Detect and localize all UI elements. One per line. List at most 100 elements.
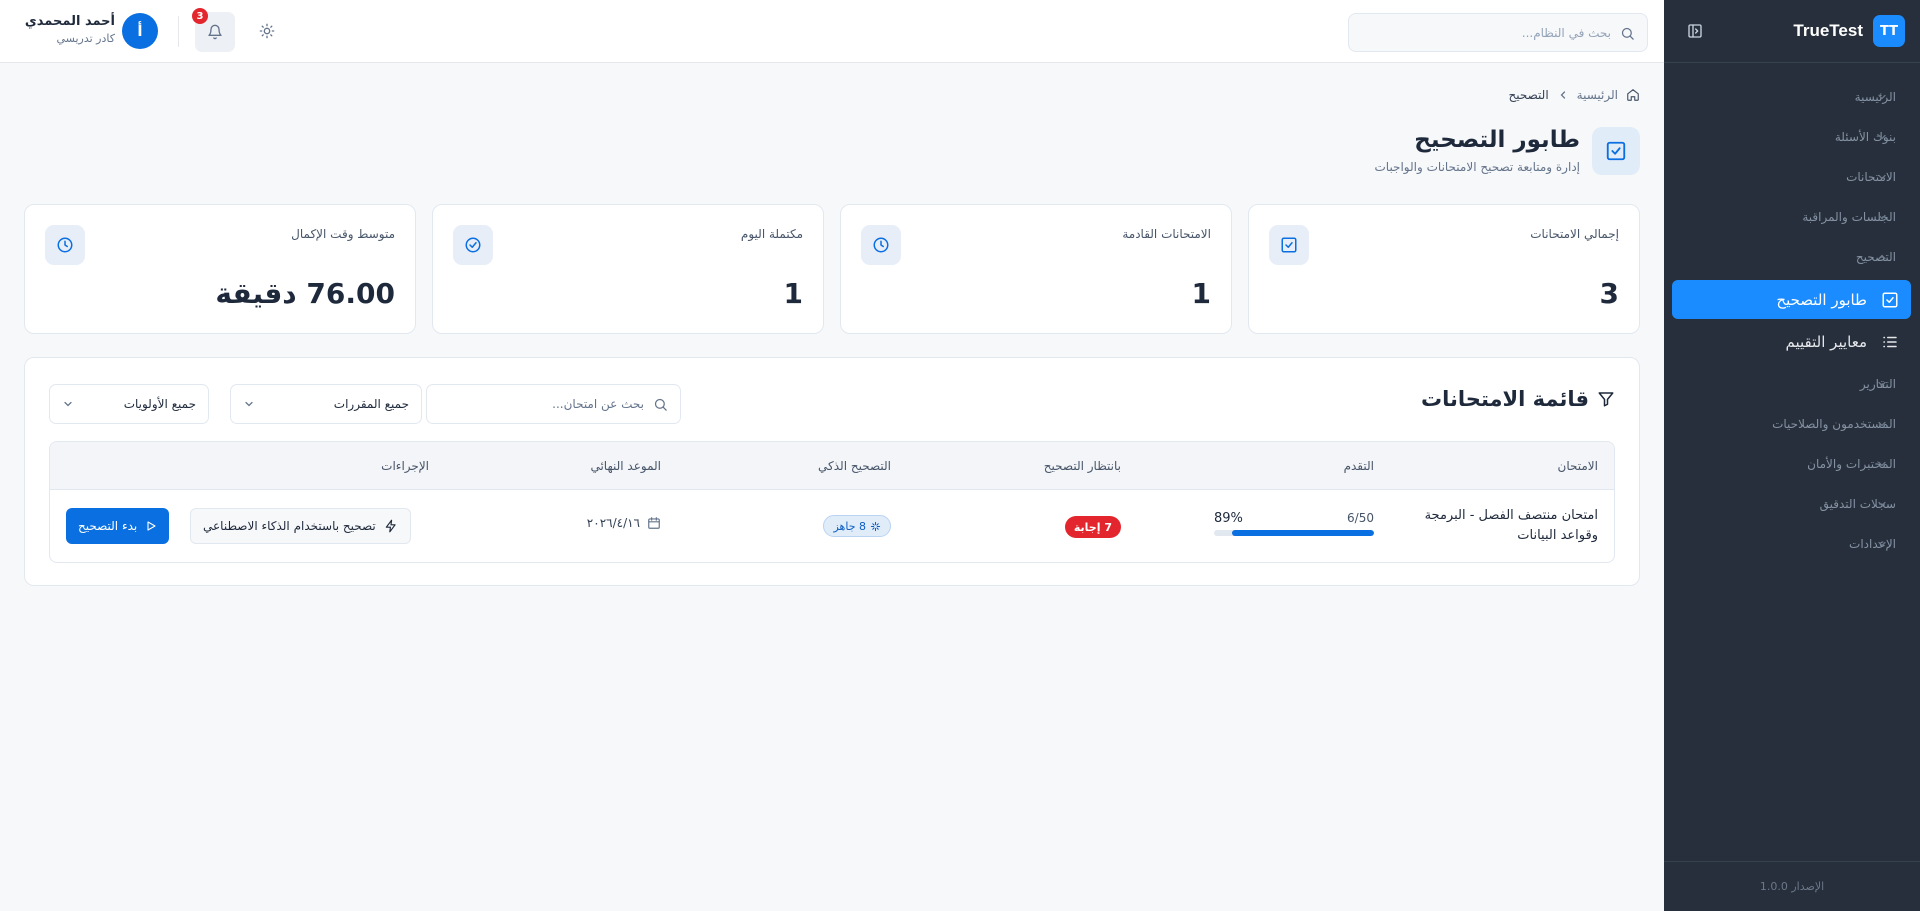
play-icon bbox=[145, 520, 157, 532]
sidebar-item-label: الإعدادات bbox=[1849, 537, 1896, 551]
exams-list-title: قائمة الامتحانات bbox=[1421, 387, 1589, 411]
sidebar: TT TrueTest الرئيسية بنوك الأسئلة الامتح… bbox=[1664, 0, 1920, 911]
chevron-left-icon bbox=[1557, 89, 1569, 101]
page-subtitle: إدارة ومتابعة تصحيح الامتحانات والواجبات bbox=[1374, 160, 1580, 174]
sparkle-icon bbox=[870, 521, 881, 532]
sidebar-header: TT TrueTest bbox=[1664, 0, 1920, 63]
breadcrumb-current: التصحيح bbox=[1508, 88, 1549, 102]
sidebar-toggle-icon bbox=[1688, 24, 1702, 38]
chevron-down-icon bbox=[243, 398, 255, 410]
chevron-down-icon bbox=[1876, 418, 1888, 430]
exam-progress: 6/50 89% bbox=[1214, 511, 1374, 536]
page-header: طابور التصحيح إدارة ومتابعة تصحيح الامتح… bbox=[1240, 127, 1640, 177]
column-header-actions: الإجراءات bbox=[381, 458, 429, 473]
progress-bar bbox=[1214, 530, 1374, 536]
pending-answers-badge: 7 إجابة bbox=[1064, 516, 1121, 538]
table-header: الامتحان التقدم بانتظار التصحيح التصحيح … bbox=[50, 442, 1614, 490]
breadcrumb: الرئيسية التصحيح bbox=[1509, 88, 1640, 102]
user-name: أحمد المحمدي bbox=[24, 14, 115, 29]
sidebar-item-audit-logs[interactable]: سجلات التدقيق bbox=[1664, 484, 1920, 524]
filter-icon bbox=[1597, 390, 1615, 408]
top-bar: 3 أ أحمد المحمدي كادر تدريسي bbox=[0, 0, 1664, 63]
deadline-date: ٢٠٢٦/٤/١٦ bbox=[586, 516, 640, 530]
check-square-icon bbox=[1269, 225, 1309, 265]
sidebar-item-home[interactable]: الرئيسية bbox=[1664, 77, 1920, 117]
start-grading-button[interactable]: بدء التصحيح bbox=[66, 508, 170, 544]
column-header-exam: الامتحان bbox=[1557, 458, 1598, 473]
app-version: الإصدار 1.0.0 bbox=[1664, 861, 1920, 911]
stat-value: 76.00 دقيقة bbox=[215, 277, 395, 310]
course-filter-value: جميع المقررات bbox=[333, 397, 409, 411]
column-header-ai-grading: التصحيح الذكي bbox=[818, 458, 891, 473]
user-info[interactable]: أحمد المحمدي كادر تدريسي bbox=[24, 14, 116, 45]
chevron-down-icon bbox=[1876, 498, 1888, 510]
stat-card-completed-today: مكتملة اليوم 1 bbox=[432, 204, 824, 334]
sidebar-item-question-banks[interactable]: بنوك الأسئلة bbox=[1664, 117, 1920, 157]
notifications-button[interactable]: 3 bbox=[192, 8, 235, 52]
stat-label: إجمالي الامتحانات bbox=[1530, 227, 1619, 241]
home-icon[interactable] bbox=[1626, 88, 1640, 102]
exam-search-input[interactable] bbox=[427, 385, 680, 423]
sidebar-collapse-button[interactable] bbox=[1684, 20, 1706, 42]
sidebar-subitem-grading-queue[interactable]: طابور التصحيح bbox=[1672, 280, 1911, 319]
ai-ready-badge: 8 جاهز bbox=[823, 515, 891, 537]
chevron-down-icon bbox=[1876, 211, 1888, 223]
sidebar-item-settings[interactable]: الإعدادات bbox=[1664, 524, 1920, 564]
ai-ready-label: 8 جاهز bbox=[833, 519, 866, 533]
ai-grade-button-label: تصحيح باستخدام الذكاء الاصطناعي bbox=[203, 519, 376, 533]
column-header-deadline: الموعد النهائي bbox=[590, 458, 661, 473]
priority-filter-value: جميع الأولويات bbox=[123, 397, 196, 411]
exam-search bbox=[426, 384, 681, 424]
global-search-input[interactable] bbox=[1349, 14, 1647, 51]
chevron-down-icon bbox=[1876, 378, 1888, 390]
stat-card-total-exams: إجمالي الامتحانات 3 bbox=[1248, 204, 1640, 334]
sidebar-item-exams[interactable]: الامتحانات bbox=[1664, 157, 1920, 197]
exams-list-card: قائمة الامتحانات جميع المقررات جميع الأو… bbox=[24, 357, 1640, 586]
priority-filter-select[interactable]: جميع الأولويات bbox=[49, 384, 209, 424]
stat-card-upcoming-exams: الامتحانات القادمة 1 bbox=[840, 204, 1232, 334]
breadcrumb-home-link[interactable]: الرئيسية bbox=[1577, 88, 1618, 102]
progress-bar-fill bbox=[1231, 530, 1374, 536]
exam-name[interactable]: امتحان منتصف الفصل - البرمجة وقواعد البي… bbox=[1408, 506, 1598, 546]
sidebar-subitem-grading-criteria[interactable]: معايير التقييم bbox=[1672, 322, 1911, 361]
zap-icon bbox=[384, 519, 398, 533]
list-icon bbox=[1881, 333, 1899, 351]
ai-grade-button[interactable]: تصحيح باستخدام الذكاء الاصطناعي bbox=[190, 508, 411, 544]
sidebar-nav: الرئيسية بنوك الأسئلة الامتحانات الجلسات… bbox=[1664, 63, 1920, 564]
sidebar-item-users[interactable]: المستخدمون والصلاحيات bbox=[1664, 404, 1920, 444]
check-square-icon bbox=[1881, 291, 1899, 309]
clock-icon bbox=[861, 225, 901, 265]
column-header-progress: التقدم bbox=[1343, 458, 1374, 473]
chevron-down-icon bbox=[1876, 458, 1888, 470]
stat-label: مكتملة اليوم bbox=[740, 227, 803, 241]
chevron-down-icon bbox=[1876, 171, 1888, 183]
theme-toggle-button[interactable] bbox=[256, 20, 278, 42]
bell-icon bbox=[208, 24, 222, 40]
stat-label: الامتحانات القادمة bbox=[1122, 227, 1211, 241]
sidebar-item-label: الامتحانات bbox=[1846, 170, 1896, 184]
start-grading-button-label: بدء التصحيح bbox=[78, 519, 138, 533]
chevron-up-icon bbox=[1876, 251, 1888, 263]
topbar-divider bbox=[178, 16, 179, 47]
stats-row: إجمالي الامتحانات 3 الامتحانات القادمة 1… bbox=[24, 204, 1640, 334]
sidebar-item-labs-security[interactable]: المختبرات والأمان bbox=[1664, 444, 1920, 484]
calendar-icon bbox=[647, 516, 661, 530]
chevron-down-icon bbox=[62, 398, 74, 410]
sidebar-item-sessions[interactable]: الجلسات والمراقبة bbox=[1664, 197, 1920, 237]
app-logo: TT bbox=[1873, 15, 1905, 47]
sidebar-subitem-label: معايير التقييم bbox=[1785, 332, 1867, 351]
check-square-icon bbox=[1592, 127, 1640, 175]
exam-deadline: ٢٠٢٦/٤/١٦ bbox=[587, 516, 661, 530]
clock-icon bbox=[45, 225, 85, 265]
stat-value: 1 bbox=[1191, 277, 1211, 310]
chevron-down-icon bbox=[1876, 538, 1888, 550]
sidebar-item-reports[interactable]: التقارير bbox=[1664, 364, 1920, 404]
user-role: كادر تدريسي bbox=[56, 32, 116, 45]
course-filter-select[interactable]: جميع المقررات bbox=[230, 384, 422, 424]
sidebar-item-grading[interactable]: التصحيح bbox=[1664, 237, 1920, 277]
table-row: امتحان منتصف الفصل - البرمجة وقواعد البي… bbox=[50, 490, 1614, 562]
chevron-down-icon bbox=[1876, 91, 1888, 103]
stat-value: 3 bbox=[1599, 277, 1619, 310]
avatar[interactable]: أ bbox=[122, 13, 158, 49]
sidebar-subitem-label: طابور التصحيح bbox=[1776, 290, 1867, 309]
